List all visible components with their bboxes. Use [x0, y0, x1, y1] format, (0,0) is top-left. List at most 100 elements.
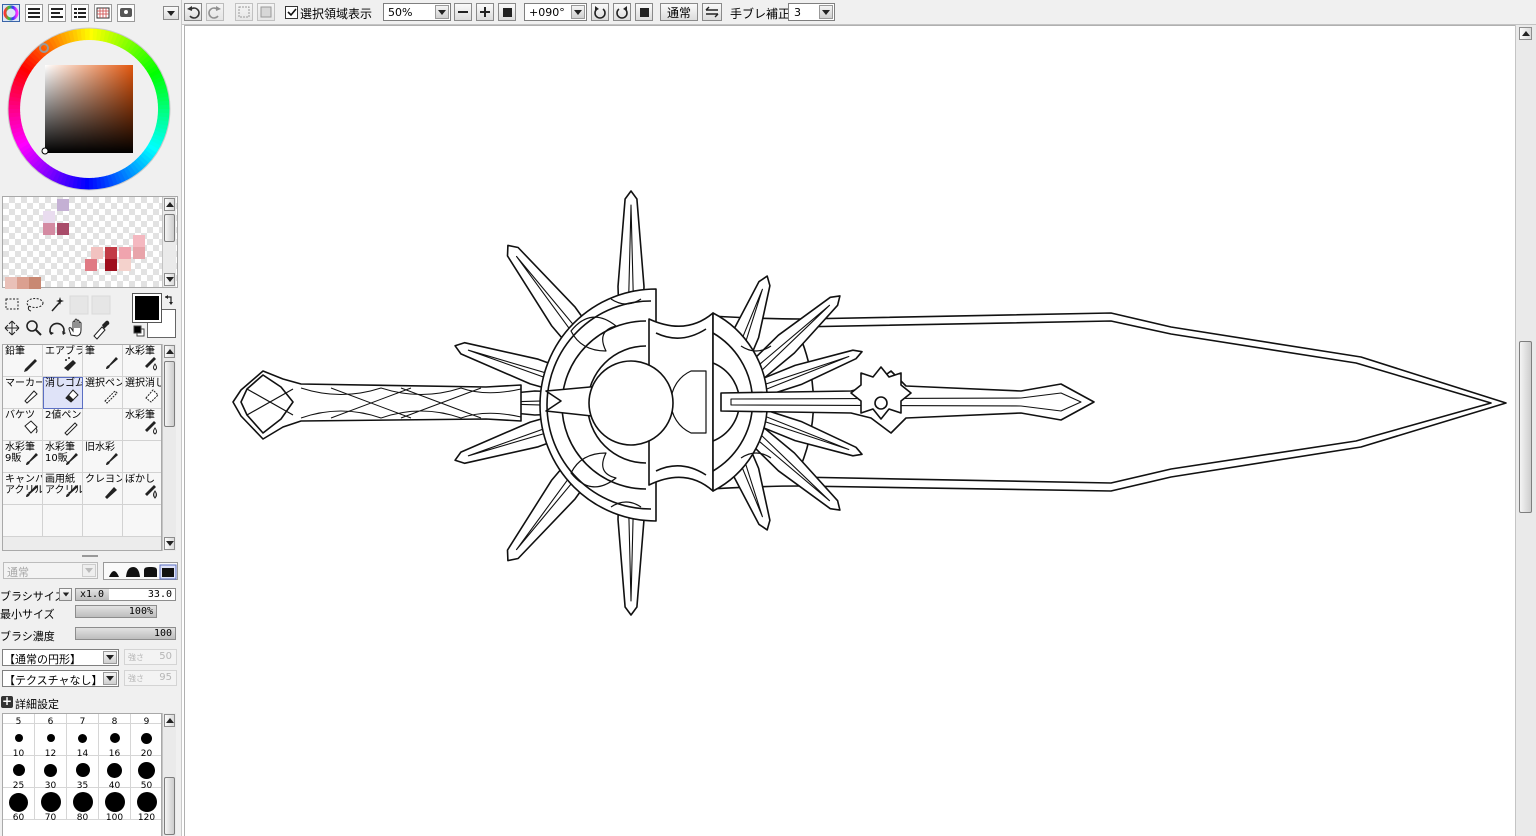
- panel-tab-5[interactable]: [117, 4, 135, 22]
- eyedropper-icon[interactable]: [93, 320, 110, 340]
- zoom-reset-button[interactable]: [498, 3, 516, 21]
- reset-colors-icon[interactable]: [133, 325, 145, 337]
- blend-normal-button[interactable]: 通常: [660, 3, 698, 21]
- brush-size-preset[interactable]: 120: [131, 788, 161, 823]
- deselect-button[interactable]: [235, 3, 253, 21]
- shape-strength-field[interactable]: 強さ 50: [124, 649, 177, 665]
- brush-size-preset[interactable]: 10: [3, 724, 35, 759]
- edge-hard-icon[interactable]: [144, 567, 157, 577]
- brush-shape-select[interactable]: 【通常の円形】: [2, 649, 119, 666]
- brush-size-preset[interactable]: 12: [35, 724, 67, 759]
- brush-size-preset[interactable]: 50: [131, 756, 161, 791]
- stabilizer-select[interactable]: 3: [788, 3, 835, 21]
- brush-size-preset[interactable]: 80: [67, 788, 99, 823]
- edge-square-icon[interactable]: [159, 564, 177, 580]
- edge-medium-icon[interactable]: [126, 567, 140, 577]
- rotate-icon[interactable]: [49, 322, 66, 335]
- swap-colors-icon[interactable]: [163, 294, 175, 306]
- tool-slot[interactable]: 2値ペン: [43, 409, 83, 441]
- tool-slot[interactable]: 水彩筆: [123, 345, 161, 377]
- zoom-in-button[interactable]: [476, 3, 494, 21]
- dropdown-arrow[interactable]: [103, 672, 117, 685]
- brush-size-preset[interactable]: 8: [99, 714, 131, 727]
- brush-size-preset[interactable]: 9: [131, 714, 161, 727]
- brush-size-slider[interactable]: x1.0 33.0: [75, 588, 176, 601]
- panel-tab-3[interactable]: [71, 4, 89, 22]
- tool-slot[interactable]: 水彩筆: [123, 409, 161, 441]
- tool-slot[interactable]: 旧水彩: [83, 441, 123, 473]
- dropdown-arrow[interactable]: [819, 5, 833, 19]
- tool-slot[interactable]: 消しゴム: [43, 377, 83, 409]
- foreground-color-swatch[interactable]: [132, 293, 162, 323]
- brush-size-preset[interactable]: 35: [67, 756, 99, 791]
- brush-size-preset[interactable]: 20: [131, 724, 161, 759]
- scroll-thumb[interactable]: [1519, 341, 1532, 513]
- dropdown-arrow[interactable]: [103, 651, 117, 664]
- scroll-thumb[interactable]: [164, 361, 175, 427]
- color-wheel[interactable]: [4, 26, 174, 192]
- undo-button[interactable]: [184, 3, 202, 21]
- tool-slot[interactable]: 画用紙 アクリル: [43, 473, 83, 505]
- palette-swatch[interactable]: [119, 259, 131, 271]
- panel-tab-0[interactable]: [2, 4, 20, 22]
- tool-slot[interactable]: エアブラシ: [43, 345, 83, 377]
- dropdown-arrow[interactable]: [82, 564, 96, 577]
- palette-swatch[interactable]: [133, 247, 145, 259]
- tool-slot[interactable]: クレヨン: [83, 473, 123, 505]
- palette-swatch[interactable]: [43, 223, 55, 235]
- expand-plus-icon[interactable]: +: [1, 695, 13, 708]
- lasso-icon[interactable]: [26, 298, 44, 312]
- tool-slot[interactable]: 筆: [83, 345, 123, 377]
- canvas-vertical-scrollbar[interactable]: [1515, 25, 1536, 836]
- dropdown-arrow[interactable]: [435, 5, 449, 19]
- palette-swatch[interactable]: [17, 277, 29, 289]
- palette-swatch[interactable]: [43, 211, 55, 223]
- tool-slot[interactable]: マーカー: [3, 377, 43, 409]
- rotate-left-button[interactable]: [591, 3, 609, 21]
- tool-grid-scrollbar[interactable]: [162, 344, 176, 551]
- panel-tab-2[interactable]: [48, 4, 66, 22]
- brush-size-preset[interactable]: 70: [35, 788, 67, 823]
- texture-strength-field[interactable]: 強さ 95: [124, 670, 177, 686]
- brush-size-preset[interactable]: 16: [99, 724, 131, 759]
- panel-menu-button[interactable]: [163, 6, 179, 20]
- dropdown-arrow[interactable]: [571, 5, 585, 19]
- brush-density-slider[interactable]: 100: [75, 627, 176, 640]
- rotation-reset-button[interactable]: [635, 3, 653, 21]
- brush-size-preset[interactable]: 60: [3, 788, 35, 823]
- scroll-down-button[interactable]: [164, 537, 175, 550]
- scroll-thumb[interactable]: [164, 214, 175, 242]
- tool-slot[interactable]: 水彩筆 10販: [43, 441, 83, 473]
- palette-swatch[interactable]: [105, 259, 117, 271]
- zoom-select[interactable]: 50%: [383, 3, 451, 21]
- tool-slot[interactable]: バケツ: [3, 409, 43, 441]
- palette-swatch[interactable]: [85, 259, 97, 271]
- scroll-thumb[interactable]: [164, 777, 175, 835]
- palette-swatch[interactable]: [57, 223, 69, 235]
- flip-horizontal-button[interactable]: [702, 3, 722, 21]
- brush-size-preset[interactable]: 5: [3, 714, 35, 727]
- color-palette[interactable]: [2, 196, 178, 289]
- panel-tab-1[interactable]: [25, 4, 43, 22]
- size-presets-scrollbar[interactable]: [162, 713, 176, 836]
- palette-swatch[interactable]: [133, 235, 145, 247]
- palette-swatch[interactable]: [5, 277, 17, 289]
- advanced-settings-label[interactable]: 詳細設定: [15, 696, 59, 712]
- rect-select-icon[interactable]: [5, 298, 19, 310]
- palette-swatch[interactable]: [57, 199, 69, 211]
- brush-size-preset[interactable]: 14: [67, 724, 99, 759]
- selection-display-checkbox[interactable]: [285, 6, 298, 19]
- scroll-up-button[interactable]: [164, 198, 175, 211]
- edge-soft-icon[interactable]: [109, 571, 119, 577]
- brush-size-preset[interactable]: 30: [35, 756, 67, 791]
- palette-swatch[interactable]: [105, 247, 117, 259]
- palette-swatch[interactable]: [119, 247, 131, 259]
- tool-slot[interactable]: 選択ペン: [83, 377, 123, 409]
- texture-select[interactable]: 【テクスチャなし】: [2, 670, 119, 687]
- brush-size-preset[interactable]: 7: [67, 714, 99, 727]
- tool-slot[interactable]: 選択消し: [123, 377, 161, 409]
- hand-icon[interactable]: [68, 318, 82, 337]
- zoom-icon[interactable]: [26, 320, 42, 336]
- redo-button[interactable]: [206, 3, 224, 21]
- tool-slot[interactable]: 水彩筆 9販: [3, 441, 43, 473]
